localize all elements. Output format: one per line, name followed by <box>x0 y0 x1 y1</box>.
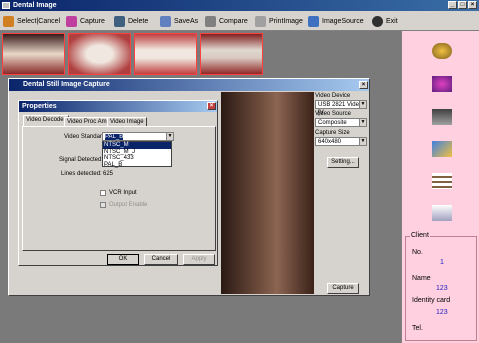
tooth-icon[interactable] <box>432 76 452 92</box>
thumbnail-4[interactable] <box>200 33 263 75</box>
compare-button[interactable]: Compare <box>205 14 248 28</box>
delete-label: Delete <box>128 17 149 25</box>
video-standard-list[interactable]: NTSC_M NTSC_M_J NTSC_433 PAL_B <box>102 141 172 169</box>
output-enable-checkbox[interactable] <box>100 202 106 208</box>
properties-dialog: Properties × Video Decoder Video Proc Am… <box>18 100 218 266</box>
lines-detected-value: 625 <box>103 171 114 177</box>
print-panel-icon[interactable] <box>432 205 452 221</box>
client-name-value: 123 <box>436 285 448 292</box>
close-button[interactable]: × <box>468 1 477 9</box>
client-name-label: Name <box>412 275 431 282</box>
film-reel-icon[interactable] <box>432 43 452 59</box>
video-device-label: Video Device <box>315 93 351 99</box>
chevron-down-icon: ▼ <box>166 133 173 140</box>
select-icon <box>3 15 14 27</box>
compare-label: Compare <box>219 17 248 25</box>
minimize-button[interactable]: _ <box>448 1 457 9</box>
app-title-bar: Dental Image _ □ × <box>0 0 479 11</box>
eraser-icon[interactable] <box>432 141 452 157</box>
save-as-label: SaveAs <box>174 17 199 25</box>
video-source-value: Composite <box>318 120 347 126</box>
video-source-label: Video Source <box>315 111 351 117</box>
capture-icon <box>66 15 77 27</box>
video-source-select[interactable]: Composite ▼ <box>315 118 367 127</box>
app-title: Dental Image <box>13 2 57 9</box>
print-image-label: PrintImage <box>269 17 303 25</box>
capture-label: Capture <box>80 17 105 25</box>
app-icon <box>2 2 10 9</box>
image-source-button[interactable]: ImageSource <box>308 14 364 28</box>
client-tel-label: Tel. <box>412 325 423 332</box>
capture-size-value: 640x480 <box>318 139 342 145</box>
image-source-icon <box>308 15 319 27</box>
client-group: Client No. 1 Name 123 Identity card 123 … <box>405 232 477 341</box>
video-preview <box>221 92 314 294</box>
client-id-label: Identity card <box>412 297 451 304</box>
thumbnail-3[interactable] <box>134 33 197 75</box>
apply-button[interactable]: Apply <box>183 254 215 265</box>
thumbnail-1[interactable] <box>2 33 65 75</box>
exit-button[interactable]: Exit <box>372 14 398 28</box>
video-standard-select[interactable]: PAL_B ▼ <box>102 132 174 141</box>
print-icon <box>255 15 266 27</box>
video-device-select[interactable]: USB 2821 Video [V ▼ <box>315 100 367 116</box>
signal-detected-label: Signal Detected: <box>59 157 104 163</box>
compare-panel-icon[interactable] <box>432 173 452 189</box>
compare-icon <box>205 15 216 27</box>
lines-detected-label: Lines detected: <box>61 171 102 177</box>
output-enable-label: Output Enable <box>109 202 148 208</box>
thumbnail-2[interactable] <box>68 33 131 75</box>
delete-button[interactable]: Delete <box>114 14 148 28</box>
list-item[interactable]: PAL_B <box>103 162 171 169</box>
capture-size-label: Capture Size <box>315 130 350 136</box>
exit-label: Exit <box>386 17 398 25</box>
save-icon <box>160 15 171 27</box>
capture-size-select[interactable]: 640x480 ▼ <box>315 137 367 146</box>
video-standard-value: PAL_B <box>105 134 124 140</box>
clapper-icon[interactable] <box>432 109 452 125</box>
print-image-button[interactable]: PrintImage <box>255 14 303 28</box>
toolbar: Select|Cancel Capture Delete SaveAs Comp… <box>0 11 479 31</box>
capture-button[interactable]: Capture <box>66 14 105 28</box>
client-no-label: No. <box>412 249 423 256</box>
thumbnail-strip <box>0 31 401 76</box>
delete-icon <box>114 15 125 27</box>
properties-title: Properties <box>19 101 217 112</box>
client-no-value: 1 <box>440 259 444 266</box>
ok-button[interactable]: OK <box>107 254 139 265</box>
chevron-down-icon: ▼ <box>359 101 366 108</box>
maximize-button[interactable]: □ <box>458 1 467 9</box>
save-as-button[interactable]: SaveAs <box>160 14 198 28</box>
exit-icon <box>372 15 383 27</box>
client-group-label: Client <box>410 232 430 239</box>
select-cancel-label: Select|Cancel <box>17 17 61 25</box>
vcr-input-checkbox[interactable] <box>100 190 106 196</box>
setting-button[interactable]: Setting... <box>327 157 359 168</box>
image-source-label: ImageSource <box>322 17 364 25</box>
vcr-input-label: VCR Input <box>109 190 137 196</box>
capture-window-capture-button[interactable]: Capture <box>327 283 359 294</box>
chevron-down-icon: ▼ <box>359 119 366 126</box>
capture-window-close-button[interactable]: × <box>359 81 368 89</box>
chevron-down-icon: ▼ <box>359 138 366 145</box>
select-cancel-button[interactable]: Select|Cancel <box>3 14 60 28</box>
cancel-button[interactable]: Cancel <box>144 254 178 265</box>
properties-close-button[interactable]: × <box>207 102 216 110</box>
capture-window-title: Dental Still Image Capture <box>9 79 369 91</box>
video-standard-label: Video Standard: <box>64 134 107 140</box>
client-id-value: 123 <box>436 309 448 316</box>
right-panel: Client No. 1 Name 123 Identity card 123 … <box>401 31 479 343</box>
